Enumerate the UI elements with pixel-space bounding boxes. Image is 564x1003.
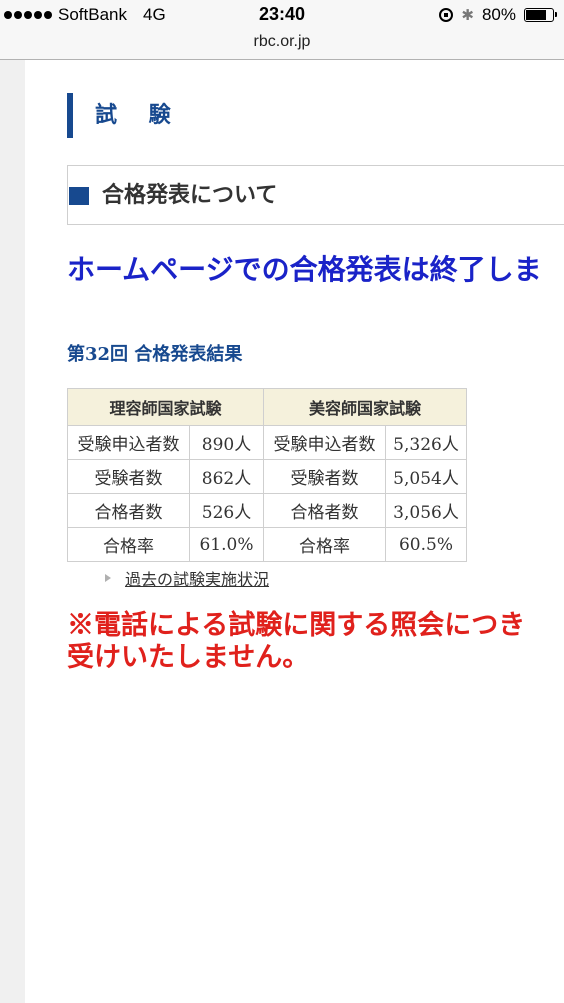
square-bullet-icon [69,187,89,205]
table-cell: 受験申込者数 [263,425,386,460]
rotation-lock-icon [439,8,454,22]
table-cell: 受験者数 [263,459,386,494]
table-cell: 526人 [189,493,264,528]
table-cell: 合格者数 [67,493,190,528]
triangle-bullet-icon [105,574,111,582]
page-gutter [0,60,25,1003]
table-header-row: 理容師国家試験 美容師国家試験 [67,388,467,426]
url-text[interactable]: rbc.or.jp [254,33,311,50]
table-row: 受験申込者数 890人 受験申込者数 5,326人 [67,425,467,460]
table-cell: 受験者数 [67,459,190,494]
announcement-text: ホームページでの合格発表は終了しま [67,253,542,286]
table-cell: 61.0% [189,527,264,562]
past-results-link[interactable]: 過去の試験実施状況 [125,566,269,590]
table-header: 理容師国家試験 [67,388,264,426]
table-cell: 合格率 [67,527,190,562]
sub-header-text: 合格発表について [102,182,278,208]
table-cell: 890人 [189,425,264,460]
table-cell: 受験申込者数 [67,425,190,460]
table-row: 受験者数 862人 受験者数 5,054人 [67,459,467,494]
battery-percent: 80% [481,5,516,24]
table-cell: 5,326人 [385,425,467,460]
result-title: 第32回 合格発表結果 [67,344,243,365]
table-row: 合格率 61.0% 合格率 60.5% [67,527,467,562]
phone-inquiry-notice: ※電話による試験に関する照会につき 受けいたしません。 [67,610,564,674]
table-row: 合格者数 526人 合格者数 3,056人 [67,493,467,528]
section-title: 試 験 [67,93,183,138]
notice-line-1: ※電話による試験に関する照会につき [67,610,526,641]
table-cell: 862人 [189,459,264,494]
notice-line-2: 受けいたしません。 [67,642,310,673]
table-cell: 合格者数 [263,493,386,528]
battery-icon [524,8,557,22]
page-content: 試 験 合格発表について ホームページでの合格発表は終了しま 第32回 合格発表… [25,60,564,1003]
table-cell: 60.5% [385,527,467,562]
table-cell: 合格率 [263,527,386,562]
past-results-link-row[interactable]: 過去の試験実施状況 [105,566,269,590]
table-cell: 3,056人 [385,493,467,528]
table-header: 美容師国家試験 [263,388,467,426]
status-bar: SoftBank 4G 23:40 ✱ 80% [0,0,564,30]
table-cell: 5,054人 [385,459,467,494]
address-bar[interactable]: rbc.or.jp [0,30,564,60]
bluetooth-icon: ✱ [461,7,474,24]
sub-header: 合格発表について [67,165,564,225]
results-table: 理容師国家試験 美容師国家試験 受験申込者数 890人 受験申込者数 5,326… [67,388,467,562]
